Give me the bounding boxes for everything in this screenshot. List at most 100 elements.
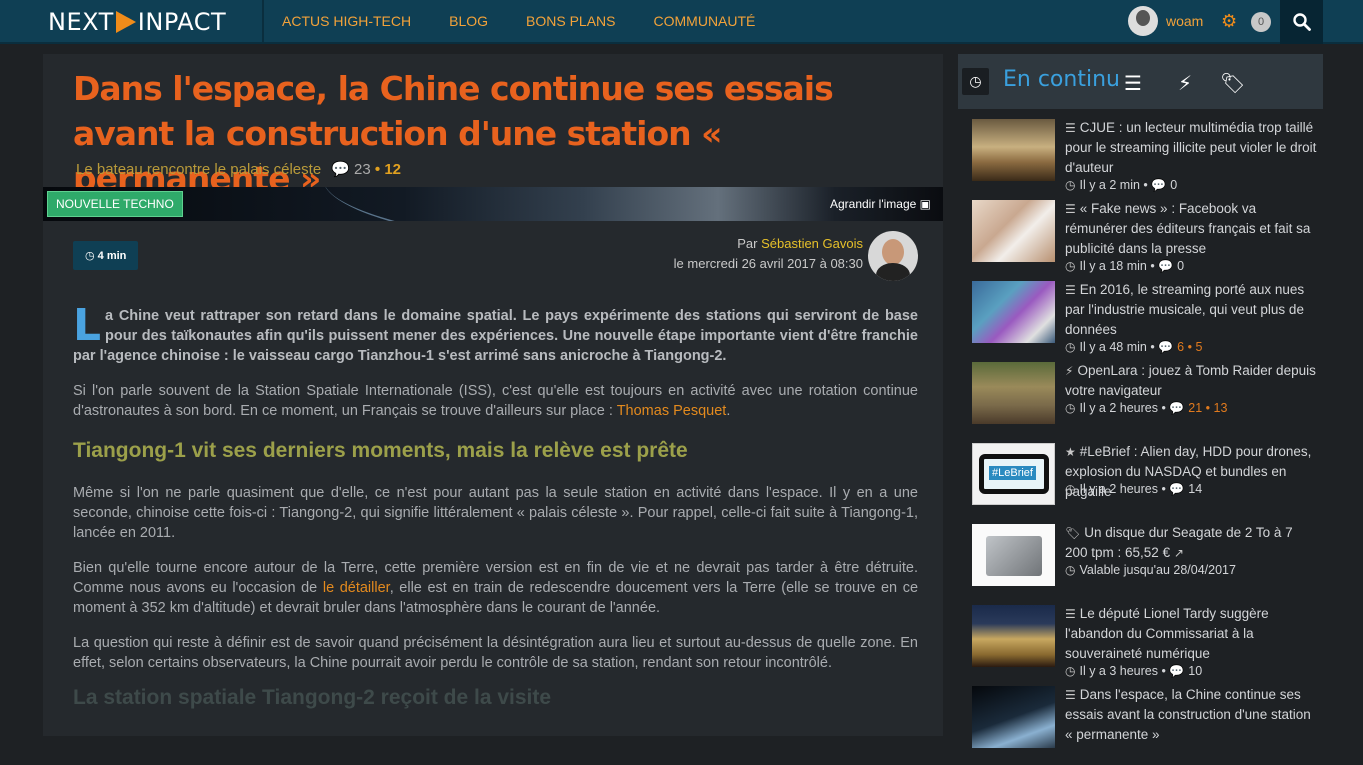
comments-icon: 💬 — [1151, 178, 1167, 192]
item-title[interactable]: ☰ En 2016, le streaming porté aux nues pa… — [1065, 280, 1317, 340]
avatar[interactable] — [1128, 6, 1158, 36]
external-link-icon[interactable]: ↗ — [1174, 546, 1184, 560]
item-title[interactable]: ☰ Dans l'espace, la Chine continue ses es… — [1065, 685, 1317, 745]
thumbnail[interactable] — [972, 686, 1055, 748]
sidebar: ◷ En continu ☰ ⚡ 🏷 ☰ CJUE : un lecteur mu… — [958, 54, 1323, 748]
item-hot-count: 5 — [1195, 340, 1203, 354]
article-banner-image[interactable]: NOUVELLE TECHNO Agrandir l'image ▣ — [43, 187, 943, 221]
user-menu[interactable]: woam — [1128, 6, 1203, 36]
top-bar: NEXT INPACT ACTUS HIGH-TECH BLOG BONS PLA… — [0, 0, 1363, 44]
item-title-text: En 2016, le streaming porté aux nues par… — [1065, 282, 1305, 337]
item-title[interactable]: ☰ Le député Lionel Tardy suggère l'abando… — [1065, 604, 1317, 664]
list-item[interactable]: ☰ Dans l'espace, la Chine continue ses es… — [972, 685, 1322, 765]
item-title-text: Le député Lionel Tardy suggère l'abandon… — [1065, 606, 1269, 661]
hot-dot: • — [1187, 340, 1192, 354]
author-prefix: Par — [737, 236, 758, 251]
thumbnail[interactable] — [972, 605, 1055, 667]
item-meta: ◷ Il y a 2 heures • 💬 21 • 13 — [1065, 401, 1228, 415]
tag-icon[interactable]: 🏷 — [1220, 71, 1245, 96]
logo-play-icon — [115, 11, 136, 33]
gear-icon[interactable]: ⚙ — [1221, 12, 1237, 30]
nav-blog[interactable]: BLOG — [449, 0, 526, 44]
list-item[interactable]: ☰ CJUE : un lecteur multimédia trop taill… — [972, 118, 1322, 198]
author-avatar[interactable] — [868, 231, 918, 281]
thumbnail[interactable] — [972, 119, 1055, 181]
item-title[interactable]: ☰ « Fake news » : Facebook va rémunérer d… — [1065, 199, 1317, 259]
item-title-text: Dans l'espace, la Chine continue ses ess… — [1065, 687, 1311, 742]
article-title: Dans l'espace, la Chine continue ses ess… — [73, 69, 834, 198]
link-thomas-pesquet[interactable]: Thomas Pesquet — [617, 403, 727, 419]
clock-icon: ◷ — [1065, 340, 1076, 354]
hot-count-dot: • — [374, 161, 381, 178]
clock-icon: ◷ — [1065, 664, 1076, 678]
paragraph: Même si l'on ne parle quasiment que d'el… — [73, 485, 918, 541]
tab-en-continu[interactable]: En continu — [1003, 67, 1120, 92]
article-icon: ☰ — [1065, 688, 1076, 702]
read-time-badge: ◷ 4 min — [73, 241, 139, 270]
section-heading: Tiangong-1 vit ses derniers moments, mai… — [73, 439, 688, 462]
thumbnail[interactable] — [972, 362, 1055, 424]
notification-badge[interactable]: 0 — [1251, 12, 1271, 32]
list-item[interactable]: #LeBrief ★ #LeBrief : Alien day, HDD pour… — [972, 442, 1322, 522]
lightning-icon[interactable]: ⚡ — [1178, 71, 1192, 96]
item-time: Il y a 2 heures — [1079, 401, 1158, 415]
item-hot-count: 13 — [1213, 401, 1228, 415]
article-subtitle: Le bateau rencontre le palais céleste 💬 2… — [76, 160, 401, 178]
nav-actus-high-tech[interactable]: ACTUS HIGH-TECH — [282, 0, 449, 44]
item-meta: ◷ Valable jusqu'au 28/04/2017 — [1065, 563, 1236, 577]
thumbnail[interactable] — [972, 200, 1055, 262]
category-tag[interactable]: NOUVELLE TECHNO — [47, 191, 183, 217]
thumbnail[interactable] — [972, 281, 1055, 343]
subtitle-text: Le bateau rencontre le palais céleste — [76, 161, 322, 178]
lead-text: a Chine veut rattraper son retard dans l… — [73, 308, 918, 364]
item-comments: 0 — [1177, 259, 1185, 273]
list-item[interactable]: ☰ « Fake news » : Facebook va rémunérer d… — [972, 199, 1322, 279]
comments-icon: 💬 — [1169, 664, 1185, 678]
clock-icon: ◷ — [1065, 482, 1076, 496]
article-icon: ☰ — [1065, 607, 1076, 621]
list-item[interactable]: ⚡ OpenLara : jouez à Tomb Raider depuis v… — [972, 361, 1322, 441]
list-icon[interactable]: ☰ — [1124, 71, 1142, 96]
site-logo[interactable]: NEXT INPACT — [48, 8, 226, 36]
publish-date: le mercredi 26 avril 2017 à 08:30 — [673, 256, 863, 271]
article-icon: ☰ — [1065, 121, 1076, 135]
item-comments: 21 — [1188, 401, 1203, 415]
clock-icon[interactable]: ◷ — [962, 68, 989, 95]
paragraph: Bien qu'elle tourne encore autour de la … — [73, 558, 918, 618]
item-title[interactable]: ⚡ OpenLara : jouez à Tomb Raider depuis v… — [1065, 361, 1317, 401]
item-comments: 6 — [1177, 340, 1185, 354]
user-name[interactable]: woam — [1166, 13, 1203, 29]
search-button[interactable] — [1280, 0, 1323, 44]
nav-bons-plans[interactable]: BONS PLANS — [526, 0, 653, 44]
list-item[interactable]: ☰ En 2016, le streaming porté aux nues pa… — [972, 280, 1322, 360]
comment-count[interactable]: 23 — [354, 161, 371, 178]
item-comments: 14 — [1188, 482, 1203, 496]
enlarge-image-link[interactable]: Agrandir l'image ▣ — [830, 197, 931, 211]
author-info: Par Sébastien Gavois le mercredi 26 avri… — [674, 234, 863, 274]
clock-icon: ◷ — [1065, 259, 1076, 273]
enlarge-label: Agrandir l'image — [829, 197, 917, 211]
item-title-text: « Fake news » : Facebook va rémunérer de… — [1065, 201, 1311, 256]
link-le-detailler[interactable]: le détailler — [323, 580, 390, 596]
logo-text-left: NEXT — [48, 8, 114, 36]
dropcap: L — [73, 300, 102, 351]
nav-communaute[interactable]: COMMUNAUTÉ — [654, 0, 794, 44]
tag-icon: 🏷 — [1065, 526, 1081, 540]
article-icon: ☰ — [1065, 283, 1076, 297]
list-item[interactable]: 🏷 Un disque dur Seagate de 2 To à 7 200 t… — [972, 523, 1322, 603]
thumbnail[interactable] — [972, 524, 1055, 586]
sidebar-tabs: ◷ En continu ☰ ⚡ 🏷 — [958, 54, 1323, 109]
comments-icon[interactable]: 💬 — [331, 161, 350, 178]
item-comments: 0 — [1170, 178, 1178, 192]
star-icon: ★ — [1065, 445, 1076, 459]
author-name[interactable]: Sébastien Gavois — [761, 236, 863, 251]
item-title[interactable]: 🏷 Un disque dur Seagate de 2 To à 7 200 t… — [1065, 523, 1317, 563]
thumbnail[interactable]: #LeBrief — [972, 443, 1055, 505]
article: Dans l'espace, la Chine continue ses ess… — [43, 54, 943, 736]
item-time: Il y a 3 heures — [1079, 664, 1158, 678]
paragraph-text: Si l'on parle souvent de la Station Spat… — [73, 383, 918, 419]
item-time: Il y a 48 min — [1079, 340, 1147, 354]
list-item[interactable]: ☰ Le député Lionel Tardy suggère l'abando… — [972, 604, 1322, 684]
item-title[interactable]: ☰ CJUE : un lecteur multimédia trop taill… — [1065, 118, 1317, 178]
item-comments: 10 — [1188, 664, 1203, 678]
